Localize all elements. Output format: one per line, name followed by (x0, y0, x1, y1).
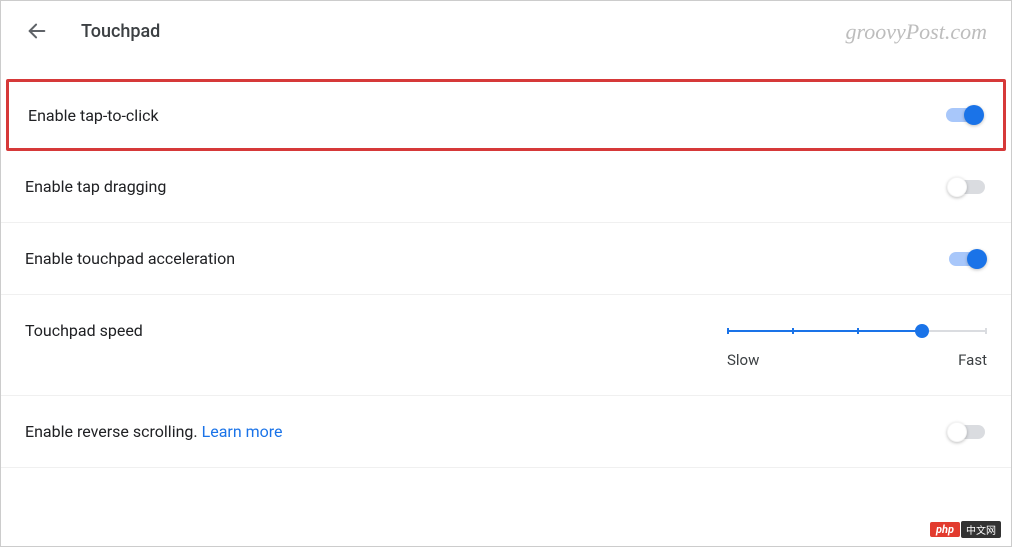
watermark: groovyPost.com (845, 19, 987, 45)
speed-slider[interactable] (727, 321, 987, 341)
acceleration-toggle[interactable] (947, 249, 987, 269)
speed-fast-label: Fast (958, 351, 987, 369)
setting-tap-dragging: Enable tap dragging (1, 151, 1011, 223)
back-button[interactable] (25, 19, 49, 43)
setting-speed: Touchpad speed Slow Fast (1, 295, 1011, 396)
tap-dragging-toggle[interactable] (947, 177, 987, 197)
reverse-scroll-label: Enable reverse scrolling. Learn more (25, 422, 283, 441)
setting-acceleration: Enable touchpad acceleration (1, 223, 1011, 295)
speed-slow-label: Slow (727, 351, 759, 369)
tap-to-click-label: Enable tap-to-click (28, 106, 159, 125)
tap-dragging-label: Enable tap dragging (25, 177, 166, 196)
php-pill: php (930, 522, 960, 537)
speed-label: Touchpad speed (25, 321, 143, 340)
speed-slider-thumb[interactable] (915, 324, 929, 338)
tap-to-click-toggle[interactable] (944, 105, 984, 125)
learn-more-link[interactable]: Learn more (202, 422, 283, 441)
php-badge: php 中文网 (930, 521, 1001, 538)
php-cn: 中文网 (961, 521, 1001, 538)
setting-reverse-scroll: Enable reverse scrolling. Learn more (1, 396, 1011, 468)
reverse-scroll-toggle[interactable] (947, 422, 987, 442)
acceleration-label: Enable touchpad acceleration (25, 249, 235, 268)
setting-tap-to-click: Enable tap-to-click (6, 79, 1006, 151)
page-title: Touchpad (81, 21, 160, 42)
